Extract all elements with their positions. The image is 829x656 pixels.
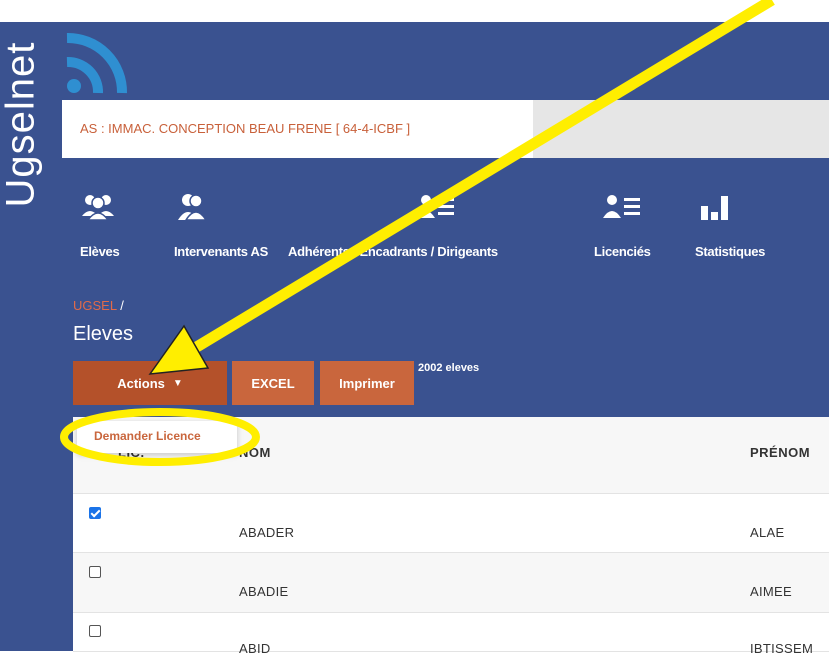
- breadcrumb: UGSEL /: [73, 298, 124, 313]
- nav-label: Licenciés: [594, 244, 651, 259]
- menu-item-demander-licence[interactable]: Demander Licence: [94, 429, 201, 443]
- cell-nom: ABID: [239, 641, 271, 656]
- header-search-area[interactable]: [533, 100, 829, 158]
- column-header-prenom[interactable]: PRÉNOM: [750, 445, 810, 460]
- row-checkbox[interactable]: [89, 566, 101, 578]
- cell-nom: ABADIE: [239, 584, 289, 599]
- breadcrumb-root[interactable]: UGSEL: [73, 298, 117, 313]
- nav-label: Intervenants AS: [174, 244, 268, 259]
- users-icon: [82, 195, 114, 221]
- nav-label: Elèves: [80, 244, 120, 259]
- user-list-icon: [417, 195, 454, 218]
- brand-logo-text[interactable]: Ugselnet: [0, 42, 44, 208]
- table-row[interactable]: [73, 613, 829, 652]
- nav-label: Statistiques: [695, 244, 766, 259]
- actions-dropdown-menu: Demander Licence: [77, 421, 237, 453]
- cell-prenom: IBTISSEM: [750, 641, 814, 656]
- association-label[interactable]: AS : IMMAC. CONCEPTION BEAU FRENE [ 64-4…: [80, 121, 410, 136]
- record-count: 2002 eleves: [418, 362, 480, 374]
- wifi-logo-icon: [66, 32, 128, 94]
- column-header-nom[interactable]: NOM: [239, 445, 271, 460]
- cell-prenom: AIMEE: [750, 584, 792, 599]
- user-icon: [178, 194, 208, 221]
- user-list-icon: [603, 195, 640, 218]
- nav-label: Adhérents / Encadrants / Dirigeants: [288, 244, 498, 259]
- actions-button[interactable]: Actions ▼: [73, 361, 227, 405]
- cell-nom: ABADER: [239, 525, 295, 540]
- row-checkbox[interactable]: [89, 507, 101, 519]
- breadcrumb-separator: /: [120, 298, 124, 313]
- page-title: Eleves: [73, 323, 134, 345]
- bar-chart-icon: [701, 196, 728, 220]
- caret-down-icon: ▼: [172, 377, 183, 389]
- cell-prenom: ALAE: [750, 525, 785, 540]
- actions-label: Actions: [117, 375, 165, 391]
- row-checkbox[interactable]: [89, 625, 101, 637]
- print-button[interactable]: Imprimer: [320, 361, 414, 405]
- table-row[interactable]: [73, 494, 829, 553]
- sidebar-top: [0, 0, 52, 22]
- excel-button[interactable]: EXCEL: [232, 361, 314, 405]
- table-row[interactable]: [73, 553, 829, 613]
